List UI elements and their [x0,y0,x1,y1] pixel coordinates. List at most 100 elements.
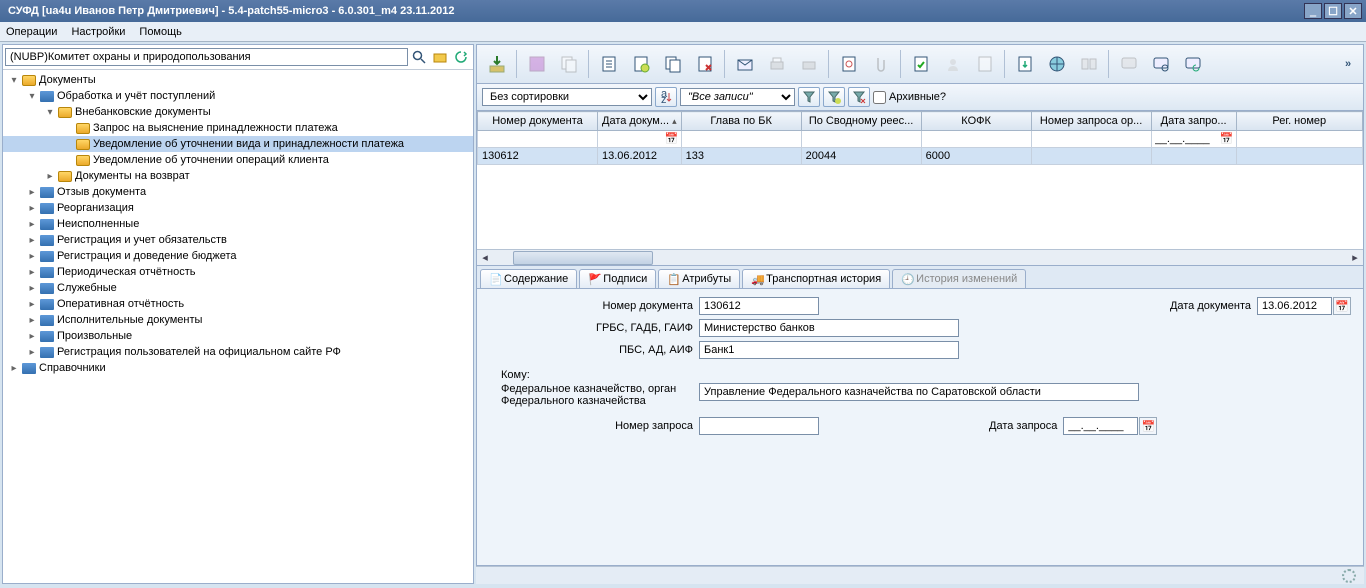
label-fedorg: Федеральное казначейство, орган Федераль… [501,383,699,407]
funnel-clear-icon[interactable] [848,87,870,107]
tree-exec-docs[interactable]: ▸Исполнительные документы [3,312,473,328]
col-docdate[interactable]: Дата докум... ▴ [598,112,682,131]
sign-remove-icon[interactable] [970,49,1000,79]
globe-icon[interactable] [1042,49,1072,79]
filter-reqnum[interactable] [1033,132,1150,146]
scroll-left-icon[interactable]: ◂ [477,251,493,264]
tree-operative[interactable]: ▸Оперативная отчётность [3,296,473,312]
menu-help[interactable]: Помощь [139,26,182,38]
tree-arbitrary[interactable]: ▸Произвольные [3,328,473,344]
funnel-add-icon[interactable] [823,87,845,107]
maximize-button[interactable]: ☐ [1324,3,1342,19]
menu-settings[interactable]: Настройки [71,26,125,38]
filter-regnum[interactable] [1238,132,1361,146]
filter-docnum[interactable] [479,132,596,146]
label-reqnum: Номер запроса [489,420,699,432]
tab-attr[interactable]: 📋Атрибуты [658,269,740,288]
tree-return-docs[interactable]: ▸Документы на возврат [3,168,473,184]
tree-processing[interactable]: ▾Обработка и учёт поступлений [3,88,473,104]
funnel-icon[interactable] [798,87,820,107]
filter-select[interactable]: "Все записи" [680,88,795,106]
tree-references[interactable]: ▸Справочники [3,360,473,376]
field-grbs[interactable] [699,319,959,337]
tree-reg-users[interactable]: ▸Регистрация пользователей на официально… [3,344,473,360]
tree-notify-type[interactable]: Уведомление об уточнении вида и принадле… [3,136,473,152]
tree-service[interactable]: ▸Служебные [3,280,473,296]
calendar-icon[interactable]: 📅 [1333,297,1351,315]
tree-documents[interactable]: ▾Документы [3,72,473,88]
refresh-icon[interactable] [451,47,471,67]
send-icon[interactable] [730,49,760,79]
field-pbs[interactable] [699,341,959,359]
grid-empty-area [477,165,1363,249]
scroll-thumb[interactable] [513,251,653,265]
window-titlebar: СУФД [ua4u Иванов Петр Дмитриевич] - 5.4… [0,0,1366,22]
tree-budget[interactable]: ▸Регистрация и доведение бюджета [3,248,473,264]
sign-ok-icon[interactable] [906,49,936,79]
col-docnum[interactable]: Номер документа [478,112,598,131]
field-fedorg[interactable] [699,383,1139,401]
attach-icon[interactable] [834,49,864,79]
tree-notexec[interactable]: ▸Неисполненные [3,216,473,232]
transfer-icon[interactable] [1074,49,1104,79]
tree-nonbank-docs[interactable]: ▾Внебанковские документы [3,104,473,120]
tree-reorg[interactable]: ▸Реорганизация [3,200,473,216]
menu-operations[interactable]: Операции [6,26,57,38]
tree-periodic[interactable]: ▸Периодическая отчётность [3,264,473,280]
delete-doc-icon[interactable] [690,49,720,79]
col-regnum[interactable]: Рег. номер [1236,112,1362,131]
grid-header[interactable]: Номер документа Дата докум... ▴ Глава по… [478,112,1363,131]
col-reqdate[interactable]: Дата запро... [1151,112,1236,131]
chat-refresh-icon[interactable] [1178,49,1208,79]
minimize-button[interactable]: ‗ [1304,3,1322,19]
tree-oblig[interactable]: ▸Регистрация и учет обязательств [3,232,473,248]
save-icon[interactable] [522,49,552,79]
col-kofk[interactable]: КОФК [921,112,1031,131]
sort-select[interactable]: Без сортировки [482,88,652,106]
clip-icon[interactable] [866,49,896,79]
new-doc-icon[interactable] [594,49,624,79]
search-icon[interactable] [409,47,429,67]
sign-user-icon[interactable] [938,49,968,79]
open-icon[interactable] [430,47,450,67]
copy-icon[interactable] [554,49,584,79]
nav-tree[interactable]: ▾Документы ▾Обработка и учёт поступлений… [3,70,473,583]
chat-icon[interactable] [1114,49,1144,79]
grid-filter-row[interactable]: 📅 📅 [478,131,1363,148]
field-reqnum[interactable] [699,417,819,435]
more-icon[interactable]: » [1338,49,1358,79]
table-row[interactable]: 130612 13.06.2012 133 20044 6000 [478,148,1363,165]
search-bar [3,45,473,70]
field-docnum[interactable] [699,297,819,315]
tree-request-payment[interactable]: Запрос на выяснение принадлежности плате… [3,120,473,136]
tab-history[interactable]: 🕘История изменений [892,269,1026,288]
print-icon[interactable] [762,49,792,79]
field-docdate[interactable] [1257,297,1332,315]
tree-recall[interactable]: ▸Отзыв документа [3,184,473,200]
close-button[interactable]: ✕ [1344,3,1362,19]
sort-az-icon[interactable]: az [655,87,677,107]
archive-checkbox[interactable]: Архивные? [873,91,946,104]
grid-hscroll[interactable]: ◂ ▸ [477,249,1363,265]
tab-transport[interactable]: 🚚Транспортная история [742,269,890,288]
chat-find-icon[interactable] [1146,49,1176,79]
filter-glava[interactable] [683,132,800,146]
search-input[interactable] [5,48,408,66]
multi-doc-icon[interactable] [658,49,688,79]
tab-content[interactable]: 📄Содержание [480,269,577,288]
export-icon[interactable] [1010,49,1040,79]
filter-svod[interactable] [803,132,920,146]
filter-kofk[interactable] [923,132,1030,146]
calendar2-icon[interactable]: 📅 [1139,417,1157,435]
import-icon[interactable] [482,49,512,79]
col-svod[interactable]: По Сводному реес... [801,112,921,131]
scroll-right-icon[interactable]: ▸ [1347,251,1363,264]
edit-doc-icon[interactable] [626,49,656,79]
tree-notify-ops[interactable]: Уведомление об уточнении операций клиент… [3,152,473,168]
field-reqdate[interactable] [1063,417,1138,435]
content-pane: » Без сортировки az "Все записи" Архивны… [476,44,1364,584]
col-reqnum[interactable]: Номер запроса ор... [1031,112,1151,131]
col-glava[interactable]: Глава по БК [681,112,801,131]
tab-sign[interactable]: 🚩Подписи [579,269,656,288]
print-list-icon[interactable] [794,49,824,79]
